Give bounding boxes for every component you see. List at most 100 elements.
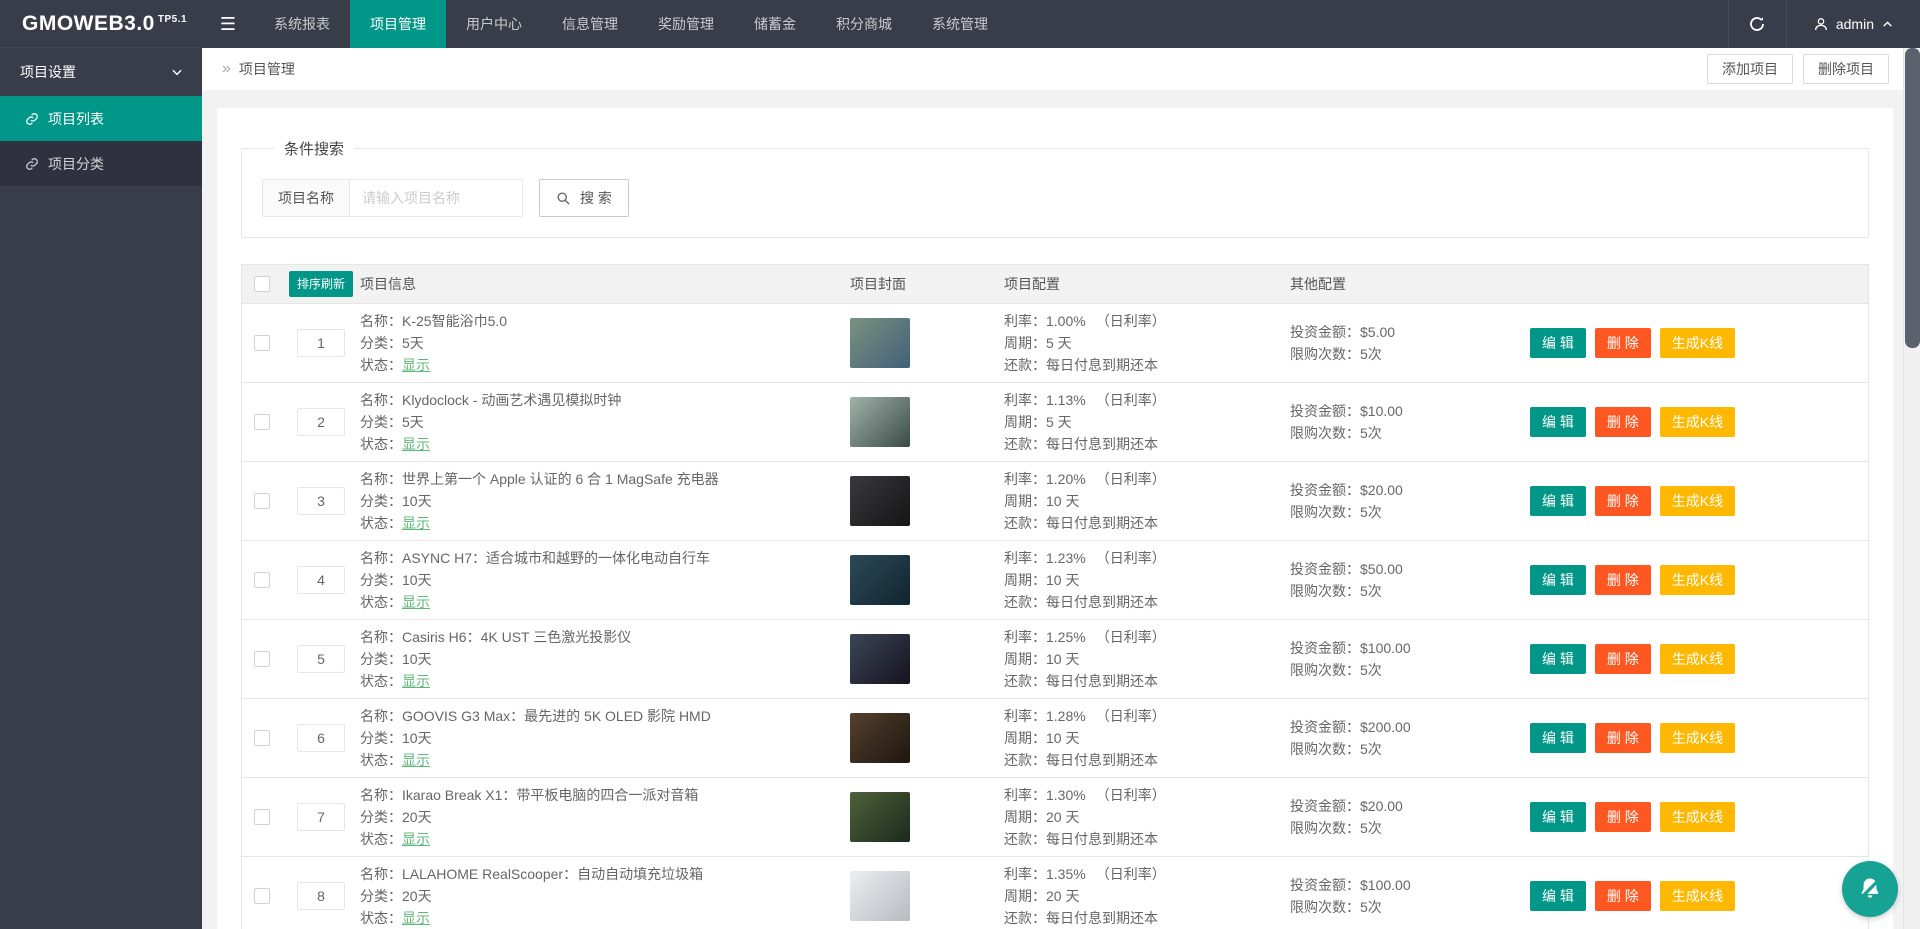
delete-button[interactable]: 删 除: [1594, 802, 1651, 832]
generate-kline-button[interactable]: 生成K线: [1659, 486, 1736, 516]
project-period: 10 天: [1046, 730, 1080, 746]
generate-kline-button[interactable]: 生成K线: [1659, 644, 1736, 674]
table-row: 名称：GOOVIS G3 Max：最先进的 5K OLED 影院 HMD 分类：…: [242, 698, 1868, 777]
customer-service-button[interactable]: [1842, 861, 1898, 917]
search-button[interactable]: 搜 索: [539, 179, 629, 217]
admin-menu[interactable]: admin: [1785, 0, 1920, 48]
edit-button[interactable]: 编 辑: [1530, 328, 1586, 358]
project-repay: 每日付息到期还本: [1046, 436, 1158, 452]
sort-order-input[interactable]: [297, 724, 345, 752]
status-toggle-link[interactable]: 显示: [402, 831, 430, 847]
cover-cell: [850, 871, 1004, 921]
status-toggle-link[interactable]: 显示: [402, 594, 430, 610]
sort-order-input[interactable]: [297, 882, 345, 910]
sidebar-toggle-button[interactable]: ☰: [202, 0, 254, 48]
other-config-cell: 投资金额：$10.00 限购次数：5次: [1290, 400, 1530, 444]
row-checkbox[interactable]: [254, 414, 270, 430]
generate-kline-button[interactable]: 生成K线: [1659, 723, 1736, 753]
project-category: 10天: [402, 651, 432, 667]
nav-item-reports[interactable]: 系统报表: [254, 0, 350, 48]
purchase-limit: 5次: [1360, 504, 1382, 520]
row-checkbox[interactable]: [254, 572, 270, 588]
row-actions: 编 辑 删 除 生成K线: [1530, 565, 1868, 595]
project-rate: 1.30%: [1046, 787, 1086, 803]
generate-kline-button[interactable]: 生成K线: [1659, 407, 1736, 437]
delete-button[interactable]: 删 除: [1594, 644, 1651, 674]
sidebar-group-project-settings[interactable]: 项目设置: [0, 48, 202, 96]
repay-label: 还款：: [1004, 594, 1046, 610]
row-checkbox[interactable]: [254, 730, 270, 746]
generate-kline-button[interactable]: 生成K线: [1659, 328, 1736, 358]
project-category: 20天: [402, 888, 432, 904]
amount-label: 投资金额：: [1290, 719, 1360, 735]
generate-kline-button[interactable]: 生成K线: [1659, 565, 1736, 595]
project-name: LALAHOME RealScooper：自动自动填充垃圾箱: [402, 866, 704, 882]
purchase-limit: 5次: [1360, 899, 1382, 915]
sort-order-input[interactable]: [297, 645, 345, 673]
status-toggle-link[interactable]: 显示: [402, 357, 430, 373]
sort-order-input[interactable]: [297, 487, 345, 515]
project-period: 20 天: [1046, 888, 1080, 904]
project-name-input[interactable]: [350, 180, 522, 216]
delete-button[interactable]: 删 除: [1594, 723, 1651, 753]
table-row: 名称：ASYNC H7：适合城市和越野的一体化电动自行车 分类：10天 状态：显…: [242, 540, 1868, 619]
name-label: 名称：: [360, 471, 402, 487]
name-label: 名称：: [360, 866, 402, 882]
sidebar-item-project-list[interactable]: 项目列表: [0, 96, 202, 141]
status-toggle-link[interactable]: 显示: [402, 673, 430, 689]
row-checkbox[interactable]: [254, 888, 270, 904]
generate-kline-button[interactable]: 生成K线: [1659, 881, 1736, 911]
sort-order-input[interactable]: [297, 566, 345, 594]
edit-button[interactable]: 编 辑: [1530, 407, 1586, 437]
project-rate: 1.00%: [1046, 313, 1086, 329]
link-icon: [25, 112, 39, 126]
nav-item-projects[interactable]: 项目管理: [350, 0, 446, 48]
edit-button[interactable]: 编 辑: [1530, 565, 1586, 595]
status-toggle-link[interactable]: 显示: [402, 436, 430, 452]
row-checkbox[interactable]: [254, 493, 270, 509]
select-all-checkbox[interactable]: [254, 276, 270, 292]
page-scrollbar[interactable]: [1903, 48, 1920, 929]
sort-order-input[interactable]: [297, 408, 345, 436]
delete-button[interactable]: 删 除: [1594, 881, 1651, 911]
add-project-button[interactable]: 添加项目: [1707, 54, 1793, 84]
edit-button[interactable]: 编 辑: [1530, 723, 1586, 753]
status-toggle-link[interactable]: 显示: [402, 515, 430, 531]
nav-item-info[interactable]: 信息管理: [542, 0, 638, 48]
sidebar-item-project-category[interactable]: 项目分类: [0, 141, 202, 186]
edit-button[interactable]: 编 辑: [1530, 644, 1586, 674]
refresh-button[interactable]: [1727, 0, 1786, 48]
row-checkbox[interactable]: [254, 809, 270, 825]
delete-button[interactable]: 删 除: [1594, 565, 1651, 595]
sort-refresh-button[interactable]: 排序刷新: [288, 271, 353, 297]
row-checkbox[interactable]: [254, 335, 270, 351]
project-config-cell: 利率：1.00% （日利率） 周期：5 天 还款：每日付息到期还本: [1004, 310, 1290, 376]
nav-item-savings[interactable]: 储蓄金: [734, 0, 816, 48]
main-menu: 系统报表 项目管理 用户中心 信息管理 奖励管理 储蓄金 积分商城 系统管理: [254, 0, 1008, 48]
purchase-limit: 5次: [1360, 820, 1382, 836]
nav-item-points[interactable]: 积分商城: [816, 0, 912, 48]
nav-item-rewards[interactable]: 奖励管理: [638, 0, 734, 48]
edit-button[interactable]: 编 辑: [1530, 881, 1586, 911]
delete-button[interactable]: 删 除: [1594, 486, 1651, 516]
project-rate: 1.25%: [1046, 629, 1086, 645]
category-label: 分类：: [360, 888, 402, 904]
scrollbar-thumb[interactable]: [1905, 48, 1920, 348]
row-checkbox[interactable]: [254, 651, 270, 667]
invest-amount: $5.00: [1360, 324, 1396, 340]
nav-item-users[interactable]: 用户中心: [446, 0, 542, 48]
repay-label: 还款：: [1004, 673, 1046, 689]
delete-project-button[interactable]: 删除项目: [1803, 54, 1889, 84]
category-label: 分类：: [360, 414, 402, 430]
sort-order-input[interactable]: [297, 803, 345, 831]
project-period: 10 天: [1046, 572, 1080, 588]
delete-button[interactable]: 删 除: [1594, 407, 1651, 437]
status-toggle-link[interactable]: 显示: [402, 752, 430, 768]
generate-kline-button[interactable]: 生成K线: [1659, 802, 1736, 832]
delete-button[interactable]: 删 除: [1594, 328, 1651, 358]
edit-button[interactable]: 编 辑: [1530, 486, 1586, 516]
status-toggle-link[interactable]: 显示: [402, 910, 430, 926]
edit-button[interactable]: 编 辑: [1530, 802, 1586, 832]
nav-item-system[interactable]: 系统管理: [912, 0, 1008, 48]
sort-order-input[interactable]: [297, 329, 345, 357]
